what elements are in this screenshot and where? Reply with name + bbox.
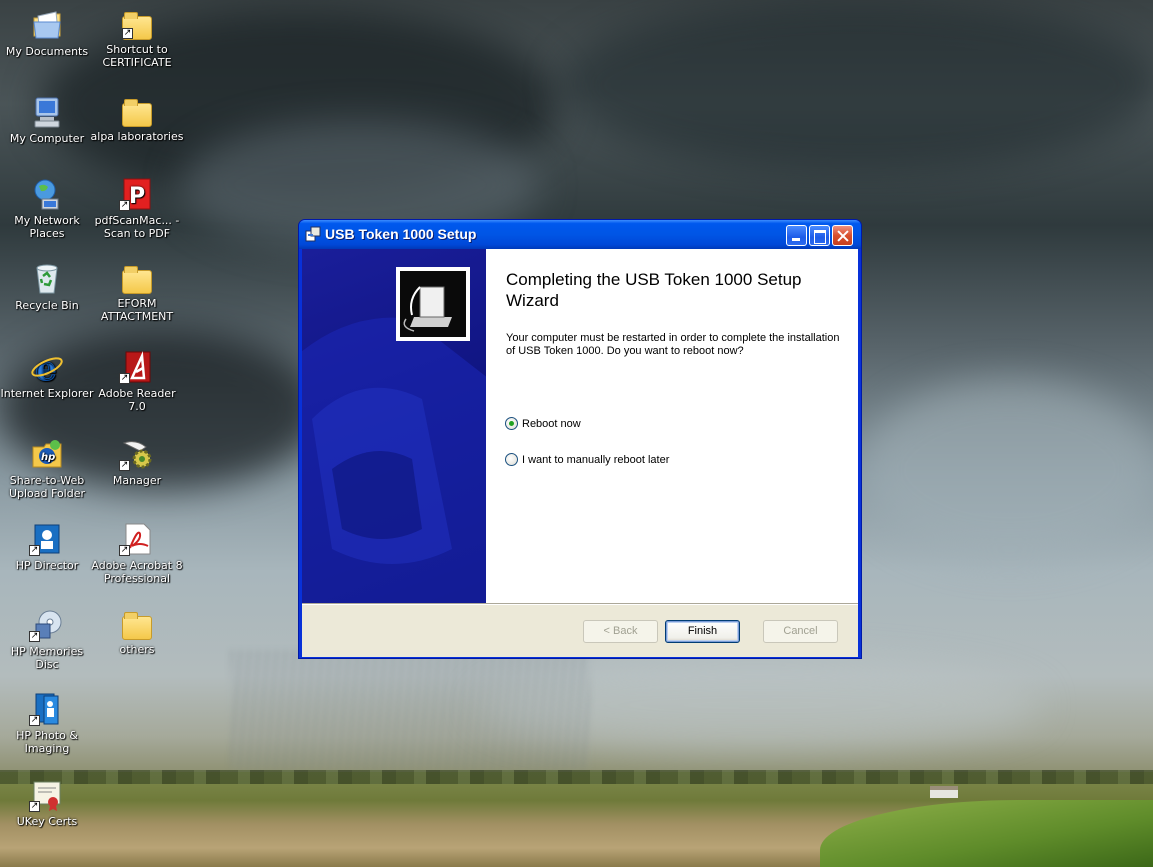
desktop-icon-my-computer[interactable]: My Computer [0,95,94,145]
wizard-content: Completing the USB Token 1000 Setup Wiza… [486,249,858,603]
desktop-icon-internet-explorer[interactable]: e Internet Explorer [0,349,94,401]
shortcut-arrow-icon: ↗ [119,373,130,384]
farmhouse [930,786,958,798]
svg-text:e: e [35,350,57,384]
desktop-icon-eform-attactment[interactable]: EFORM ATTACTMENT [90,262,184,323]
cancel-button[interactable]: Cancel [763,620,838,643]
adobe-acrobat-icon: ↗ [119,522,154,556]
hp-memories-disc-icon: ↗ [29,608,64,642]
svg-text:P: P [129,184,145,209]
reboot-later-radio[interactable] [505,453,518,466]
desktop-icon-others[interactable]: others [90,608,184,656]
desktop-icon-my-network-places[interactable]: My Network Places [0,177,94,240]
reboot-now-label: Reboot now [522,417,581,430]
desktop-icon-my-documents[interactable]: My Documents [0,8,94,58]
folder-icon: ↗ [122,12,152,40]
internet-explorer-icon: e [30,349,64,390]
desktop-icon-hp-memories-disc[interactable]: ↗ HP Memories Disc [0,608,94,671]
desktop-icon-hp-director[interactable]: ↗ HP Director [0,522,94,572]
reboot-now-option[interactable]: Reboot now [505,417,581,430]
certificate-icon: ↗ [29,778,64,812]
setup-app-icon [305,226,321,242]
desktop-icon-pdfscanmac[interactable]: P ↗ pdfScanMac... - Scan to PDF [90,177,184,240]
banner-artwork [302,267,486,603]
hp-photo-imaging-icon: ↗ [29,692,64,726]
folder-icon [122,99,152,127]
finish-button[interactable]: Finish [665,620,740,643]
shortcut-arrow-icon: ↗ [29,545,40,556]
desktop-icon-adobe-acrobat[interactable]: ↗ Adobe Acrobat 8 Professional [90,522,184,585]
treeline [0,770,1153,784]
computer-icon [30,95,64,129]
shortcut-arrow-icon: ↗ [119,200,130,211]
svg-text:hp: hp [41,452,55,463]
shortcut-arrow-icon: ↗ [29,715,40,726]
button-area-separator [302,603,858,605]
minimize-button[interactable] [786,225,807,246]
rain-shaft [230,650,590,770]
hp-share-folder-icon: hp [30,437,64,471]
pdf-scan-icon: P ↗ [119,177,154,211]
storm-cloud [560,0,1153,170]
desktop-icon-ukey-certs[interactable]: ↗ UKey Certs [0,778,94,828]
window-title: USB Token 1000 Setup [325,226,477,242]
back-button[interactable]: < Back [583,620,658,643]
adobe-reader-icon: ↗ [119,350,154,384]
maximize-button[interactable] [809,225,830,246]
shortcut-arrow-icon: ↗ [119,460,130,471]
desktop-icon-adobe-reader[interactable]: ↗ Adobe Reader 7.0 [90,350,184,413]
setup-dialog-window: USB Token 1000 Setup Completing the USB … [298,219,862,659]
network-globe-icon [30,177,64,211]
desktop-icon-alpa-laboratories[interactable]: alpa laboratories [90,95,184,143]
shortcut-arrow-icon: ↗ [122,28,133,39]
hp-director-icon: ↗ [29,522,64,556]
wizard-heading: Completing the USB Token 1000 Setup Wiza… [506,270,802,310]
desktop-icon-hp-photo-imaging[interactable]: ↗ HP Photo & Imaging [0,692,94,755]
manager-gear-icon: ↗ [119,437,154,471]
desktop-icon-shortcut-certificate[interactable]: ↗ Shortcut to CERTIFICATE [90,8,184,69]
dialog-client-area: Completing the USB Token 1000 Setup Wiza… [302,249,858,657]
wizard-message: Your computer must be restarted in order… [506,332,840,357]
desktop-icon-share-to-web[interactable]: hp Share-to-Web Upload Folder [0,437,94,500]
close-button[interactable] [832,225,853,246]
reboot-later-label: I want to manually reboot later [522,453,670,466]
wizard-banner [302,249,486,603]
folder-icon [122,266,152,294]
desktop-icon-recycle-bin[interactable]: Recycle Bin [0,262,94,312]
folder-icon [122,612,152,640]
bright-cloud [860,380,1153,560]
title-bar[interactable]: USB Token 1000 Setup [299,220,861,249]
shortcut-arrow-icon: ↗ [29,631,40,642]
desktop-icon-manager[interactable]: ↗ Manager [90,437,184,487]
reboot-later-option[interactable]: I want to manually reboot later [505,453,669,466]
shortcut-arrow-icon: ↗ [119,545,130,556]
recycle-bin-icon [30,262,64,296]
reboot-now-radio[interactable] [505,417,518,430]
documents-folder-icon [30,8,64,42]
shortcut-arrow-icon: ↗ [29,801,40,812]
